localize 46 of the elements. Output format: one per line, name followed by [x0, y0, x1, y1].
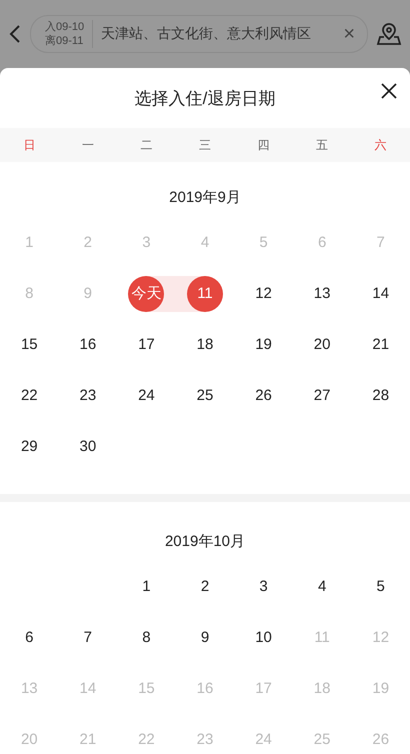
calendar-day[interactable]: 4: [304, 568, 340, 604]
calendar-day[interactable]: 27: [304, 378, 340, 414]
calendar-day[interactable]: 14: [362, 276, 399, 312]
calendar-day[interactable]: 7: [70, 620, 106, 656]
calendar-day[interactable]: 17: [128, 326, 164, 362]
calendar-day[interactable]: 16: [70, 326, 106, 362]
calendar-day[interactable]: 6: [11, 620, 48, 656]
calendar-day[interactable]: 22: [11, 378, 48, 414]
calendar-day[interactable]: 20: [304, 326, 340, 362]
calendar-day[interactable]: 18: [186, 326, 223, 362]
calendar-day[interactable]: 15: [11, 326, 48, 362]
weekday-label: 二: [139, 136, 154, 154]
calendar-day[interactable]: 25: [186, 378, 223, 414]
search-field[interactable]: 入09-10 离09-11 天津站、古文化街、意大利风情区 ×: [30, 15, 368, 53]
calendar-day[interactable]: 24: [128, 378, 164, 414]
month-title: 2019年10月: [164, 532, 246, 552]
weekday-label: 五: [315, 136, 330, 154]
calendar-day[interactable]: 5: [362, 568, 399, 604]
calendar-day[interactable]: 8: [128, 620, 164, 656]
calendar-day[interactable]: 9: [186, 620, 223, 656]
weekday-label: 一: [80, 136, 95, 154]
calendar-day[interactable]: 1: [128, 568, 164, 604]
calendar-day[interactable]: 今天: [128, 276, 164, 312]
calendar-day[interactable]: 10: [246, 620, 282, 656]
location-text: 天津站、古文化街、意大利风情区: [101, 25, 312, 43]
calendar-day[interactable]: 13: [304, 276, 340, 312]
calendar-day[interactable]: 29: [11, 428, 48, 464]
calendar-day[interactable]: 12: [246, 276, 282, 312]
location-pin-icon[interactable]: [376, 21, 402, 47]
weekday-label: 四: [256, 136, 271, 154]
calendar-day[interactable]: 26: [246, 378, 282, 414]
weekday-label: 三: [198, 136, 212, 154]
checkout-date: 离09-11: [45, 34, 84, 48]
back-icon[interactable]: [8, 24, 22, 44]
calendar-day[interactable]: 3: [246, 568, 282, 604]
calendar-day[interactable]: 23: [70, 378, 106, 414]
calendar-day[interactable]: 30: [70, 428, 106, 464]
calendar-day[interactable]: 19: [246, 326, 282, 362]
checkin-date: 入09-10: [45, 20, 84, 34]
sheet-title: 选择入住/退房日期: [134, 88, 276, 110]
calendar-day[interactable]: 28: [362, 378, 399, 414]
weekday-label: 日: [22, 136, 36, 154]
calendar-day[interactable]: 2: [186, 568, 223, 604]
month-title: 2019年9月: [168, 188, 242, 208]
weekday-label: 六: [374, 136, 388, 154]
calendar-day[interactable]: 21: [362, 326, 399, 362]
